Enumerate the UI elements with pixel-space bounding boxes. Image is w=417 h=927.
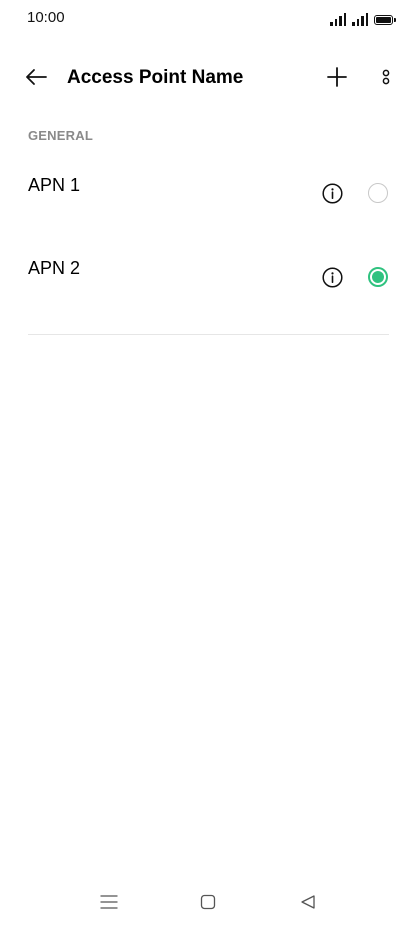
home-icon — [200, 894, 216, 910]
apn-info-button[interactable] — [321, 182, 343, 204]
back-triangle-icon — [301, 895, 315, 909]
app-bar: Access Point Name — [0, 55, 417, 101]
more-options-button[interactable] — [376, 63, 396, 91]
system-nav-bar — [0, 880, 417, 924]
add-button[interactable] — [323, 63, 351, 91]
apn-radio-button[interactable] — [368, 183, 388, 203]
status-bar: 10:00 — [0, 0, 417, 36]
info-icon — [321, 266, 343, 288]
nav-back-button[interactable] — [296, 890, 320, 914]
apn-list-item[interactable]: APN 1 — [0, 175, 417, 247]
arrow-left-icon — [26, 69, 47, 85]
nav-home-button[interactable] — [196, 890, 220, 914]
apn-name: APN 1 — [28, 175, 81, 195]
more-vertical-icon — [382, 69, 390, 85]
signal-icon — [330, 12, 346, 26]
nav-menu-button[interactable] — [97, 890, 121, 914]
status-time: 10:00 — [27, 9, 65, 26]
battery-icon — [374, 15, 396, 25]
section-header-general: GENERAL — [28, 128, 93, 143]
signal-icon — [352, 12, 368, 26]
divider — [28, 334, 389, 335]
apn-info-button[interactable] — [321, 266, 343, 288]
apn-name: APN 2 — [28, 258, 81, 278]
menu-icon — [100, 895, 118, 909]
info-icon — [321, 182, 343, 204]
apn-list-item[interactable]: APN 2 — [0, 258, 417, 330]
apn-radio-button-selected[interactable] — [368, 267, 388, 287]
status-icons — [330, 10, 396, 26]
plus-icon — [327, 67, 347, 87]
back-button[interactable] — [22, 63, 50, 91]
page-title: Access Point Name — [67, 67, 244, 88]
